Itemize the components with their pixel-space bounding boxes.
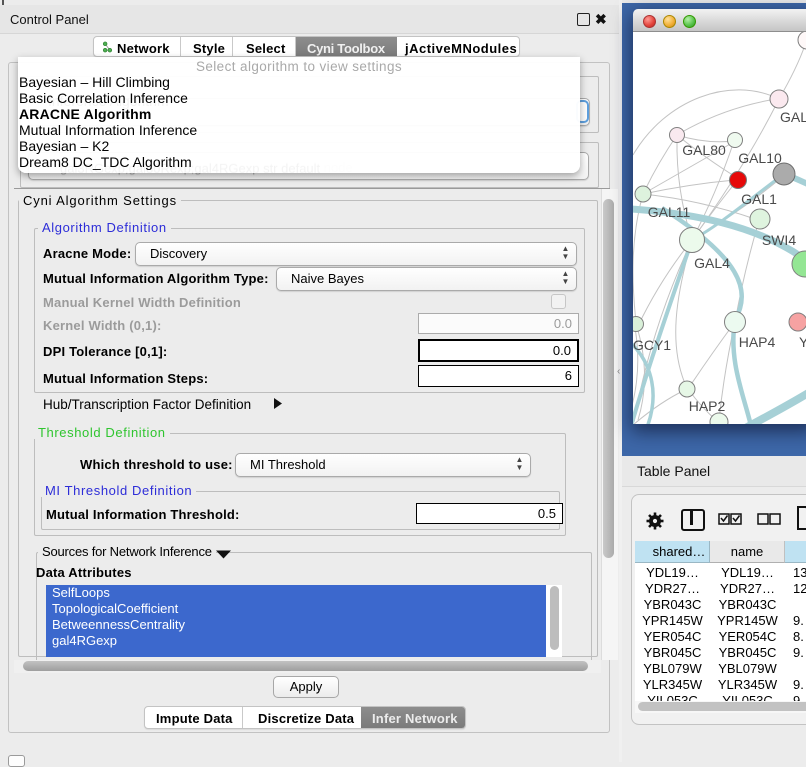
svg-text:GCY1: GCY1: [633, 337, 671, 353]
svg-text:GAL80: GAL80: [682, 142, 726, 158]
svg-text:GAL11: GAL11: [648, 204, 691, 220]
svg-text:HAP4: HAP4: [739, 334, 776, 350]
svg-text:SWI4: SWI4: [762, 232, 796, 248]
svg-text:YJ: YJ: [799, 334, 806, 350]
svg-text:HAP2: HAP2: [689, 398, 726, 414]
svg-text:GAL1: GAL1: [741, 191, 777, 207]
svg-text:GAL4: GAL4: [694, 255, 730, 271]
svg-text:GAL10: GAL10: [738, 150, 782, 166]
svg-text:GAL7: GAL7: [780, 109, 806, 125]
